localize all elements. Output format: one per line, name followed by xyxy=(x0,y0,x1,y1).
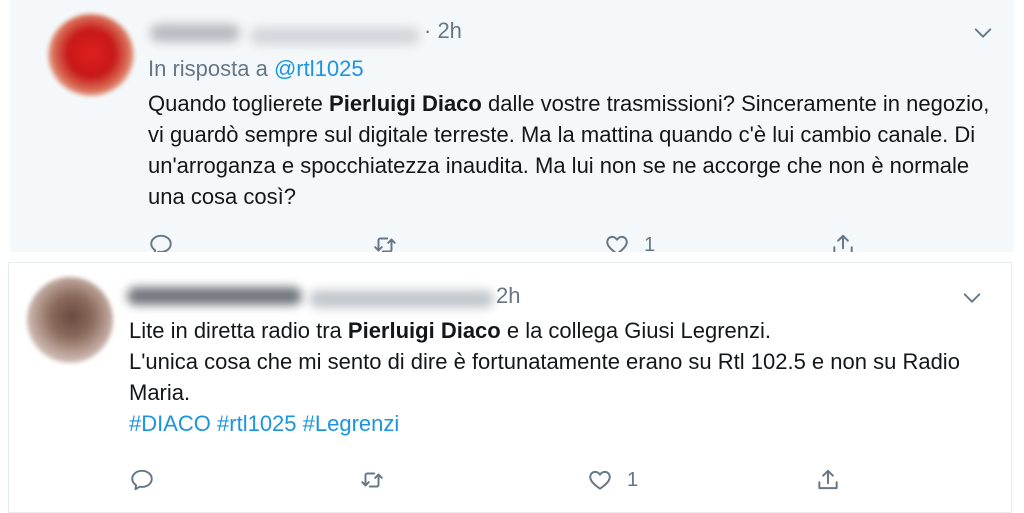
retweet-button[interactable] xyxy=(359,467,385,493)
tweet-text-bold: Pierluigi Diaco xyxy=(329,91,482,116)
reply-context: In risposta a @rtl1025 xyxy=(148,56,364,82)
tweet-text: Quando toglierete Pierluigi Diaco dalle … xyxy=(148,88,1008,212)
blurred-username xyxy=(250,27,420,45)
reply-icon xyxy=(131,469,153,491)
chevron-down-icon[interactable] xyxy=(972,22,994,44)
reply-button[interactable] xyxy=(148,232,174,252)
share-button[interactable] xyxy=(815,467,841,493)
like-button[interactable]: 1 xyxy=(587,467,638,493)
retweet-icon xyxy=(361,472,383,488)
like-count: 1 xyxy=(644,233,656,253)
retweet-icon xyxy=(374,237,396,252)
like-button[interactable]: 1 xyxy=(604,232,655,252)
reply-prefix: In risposta a xyxy=(148,56,268,81)
tweet-text: Lite in diretta radio tra Pierluigi Diac… xyxy=(129,315,999,439)
reply-icon xyxy=(150,234,172,252)
retweet-button[interactable] xyxy=(372,232,398,252)
tweet-timestamp[interactable]: 2h xyxy=(496,283,520,309)
tweet-card[interactable]: 2h Lite in diretta radio tra Pierluigi D… xyxy=(8,262,1012,513)
avatar[interactable] xyxy=(48,14,134,96)
tweet-text-bold: Pierluigi Diaco xyxy=(347,318,501,343)
tweet-text-part: e la collega Giusi Legrenzi. xyxy=(500,318,771,343)
tweet-text-line: L'unica cosa che mi sento di dire è fort… xyxy=(129,349,960,405)
chevron-down-icon[interactable] xyxy=(961,287,983,309)
tweet-text-part: Lite in diretta radio tra xyxy=(129,318,348,343)
blurred-display-name xyxy=(150,24,240,42)
share-icon xyxy=(833,234,853,252)
reply-handle-link[interactable]: @rtl1025 xyxy=(274,56,364,81)
share-button[interactable] xyxy=(830,232,856,252)
blurred-display-name xyxy=(127,287,302,305)
reply-button[interactable] xyxy=(129,467,155,493)
avatar[interactable] xyxy=(27,277,113,363)
blurred-username xyxy=(309,290,494,308)
hashtag-links[interactable]: #DIACO #rtl1025 #Legrenzi xyxy=(129,408,999,439)
heart-icon xyxy=(606,235,628,252)
share-icon xyxy=(818,469,838,490)
tweet-timestamp[interactable]: · 2h xyxy=(424,18,462,44)
tweet-text-part: Quando toglierete xyxy=(148,91,330,116)
heart-icon xyxy=(589,470,611,490)
tweet-card[interactable]: · 2h In risposta a @rtl1025 Quando togli… xyxy=(0,0,1024,252)
like-count: 1 xyxy=(627,468,639,491)
